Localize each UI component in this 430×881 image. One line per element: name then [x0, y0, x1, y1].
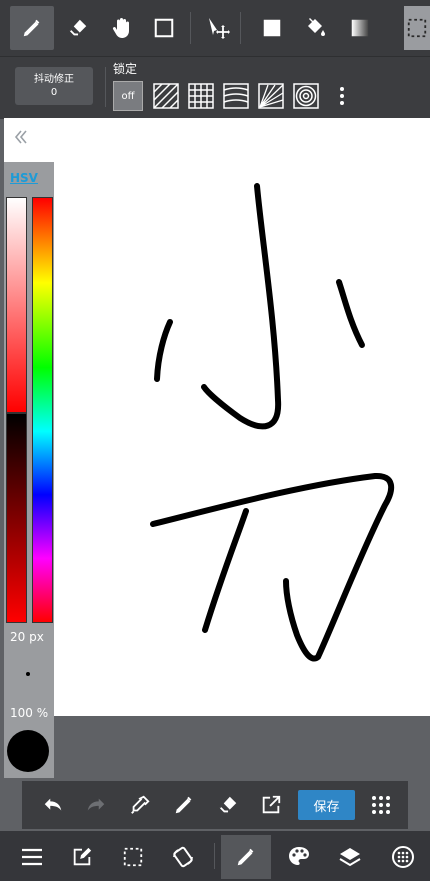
brush-panel-button[interactable]: [221, 835, 271, 879]
brush-size-label: 20 px: [10, 630, 44, 644]
color-mode-link[interactable]: HSV: [10, 171, 38, 185]
concentric-icon: [293, 83, 319, 109]
drawing-strokes: [150, 183, 395, 662]
quick-menu-button[interactable]: [365, 789, 397, 821]
parallel-lines-icon: [153, 83, 179, 109]
layers-button[interactable]: [328, 835, 372, 879]
select-icon: [123, 847, 143, 867]
curve-lines-icon: [223, 83, 249, 109]
saturation-bar[interactable]: [6, 197, 27, 413]
pen-icon: [175, 796, 192, 814]
bottom-navigation: [0, 831, 430, 881]
grid-circle-icon: [392, 846, 414, 868]
layers-icon: [339, 848, 361, 867]
fill-rect-tool-button[interactable]: [250, 6, 294, 50]
share-button[interactable]: [255, 789, 287, 821]
brush-icon: [237, 848, 254, 866]
double-chevron-left-icon: [14, 130, 27, 144]
tool-options-bar: 抖动修正 0 锁定 off: [0, 56, 430, 119]
redo-icon: [87, 798, 105, 811]
bucket-icon: [308, 18, 325, 36]
lock-concentric-button[interactable]: [291, 81, 321, 111]
lock-curve-button[interactable]: [221, 81, 251, 111]
rectangle-icon: [154, 18, 174, 38]
stabilizer-label: 抖动修正: [34, 74, 74, 85]
opacity-label: 100 %: [10, 706, 49, 720]
stabilizer-button[interactable]: 抖动修正 0: [15, 67, 93, 105]
more-options-button[interactable]: [334, 81, 350, 111]
bucket-tool-button[interactable]: [294, 6, 338, 50]
lock-off-label: off: [121, 90, 135, 102]
toolbar-divider: [190, 12, 191, 44]
selection-tool-button[interactable]: [404, 6, 430, 50]
selection-icon: [407, 18, 427, 38]
gradient-tool-button[interactable]: [338, 6, 382, 50]
current-color-swatch[interactable]: [7, 730, 49, 772]
eraser-icon: [219, 796, 237, 813]
edit-button[interactable]: [60, 835, 104, 879]
lock-parallel-button[interactable]: [151, 81, 181, 111]
dot-grid-icon: [372, 796, 390, 814]
rotate-canvas-button[interactable]: [161, 835, 205, 879]
collapse-panel-button[interactable]: [14, 128, 34, 150]
hand-tool-button[interactable]: [100, 6, 144, 50]
hand-icon: [112, 18, 129, 38]
undo-icon: [44, 798, 62, 811]
hue-bar[interactable]: [32, 197, 53, 623]
brush-size-preview: [26, 672, 30, 676]
move-tool-button[interactable]: [196, 6, 240, 50]
lock-off-button[interactable]: off: [113, 81, 143, 111]
selection-button[interactable]: [111, 835, 155, 879]
eyedropper-icon: [131, 795, 150, 814]
quick-eraser-button[interactable]: [212, 789, 244, 821]
brightness-bar[interactable]: [6, 413, 27, 623]
top-toolbar: [0, 0, 430, 56]
toolbar-divider: [240, 12, 241, 44]
grid-icon: [188, 83, 214, 109]
options-divider: [105, 67, 106, 107]
eraser-icon: [69, 19, 87, 36]
lock-label: 锁定: [113, 62, 138, 76]
lock-radial-button[interactable]: [256, 81, 286, 111]
edit-icon: [73, 847, 92, 866]
more-vertical-icon: [340, 87, 344, 105]
gradient-icon: [351, 19, 369, 37]
pen-icon: [23, 19, 40, 37]
color-panel-button[interactable]: [277, 835, 321, 879]
move-icon: [209, 18, 230, 39]
undo-button[interactable]: [37, 789, 69, 821]
stabilizer-value: 0: [50, 87, 58, 98]
eraser-tool-button[interactable]: [56, 6, 100, 50]
main-menu-button[interactable]: [10, 835, 54, 879]
menu-icon: [22, 848, 42, 866]
eyedropper-button[interactable]: [124, 789, 156, 821]
materials-button[interactable]: [381, 835, 425, 879]
lock-grid-button[interactable]: [186, 81, 216, 111]
save-button[interactable]: 保存: [298, 790, 355, 820]
bottom-divider: [214, 843, 215, 869]
rotate-icon: [173, 846, 193, 868]
fill-rect-icon: [263, 19, 281, 37]
quick-pen-button[interactable]: [168, 789, 200, 821]
radial-lines-icon: [258, 83, 284, 109]
pen-tool-button[interactable]: [10, 6, 54, 50]
drawing-canvas[interactable]: [4, 118, 430, 716]
rectangle-tool-button[interactable]: [142, 6, 186, 50]
palette-icon: [289, 847, 309, 865]
share-icon: [262, 795, 281, 814]
redo-button[interactable]: [80, 789, 112, 821]
